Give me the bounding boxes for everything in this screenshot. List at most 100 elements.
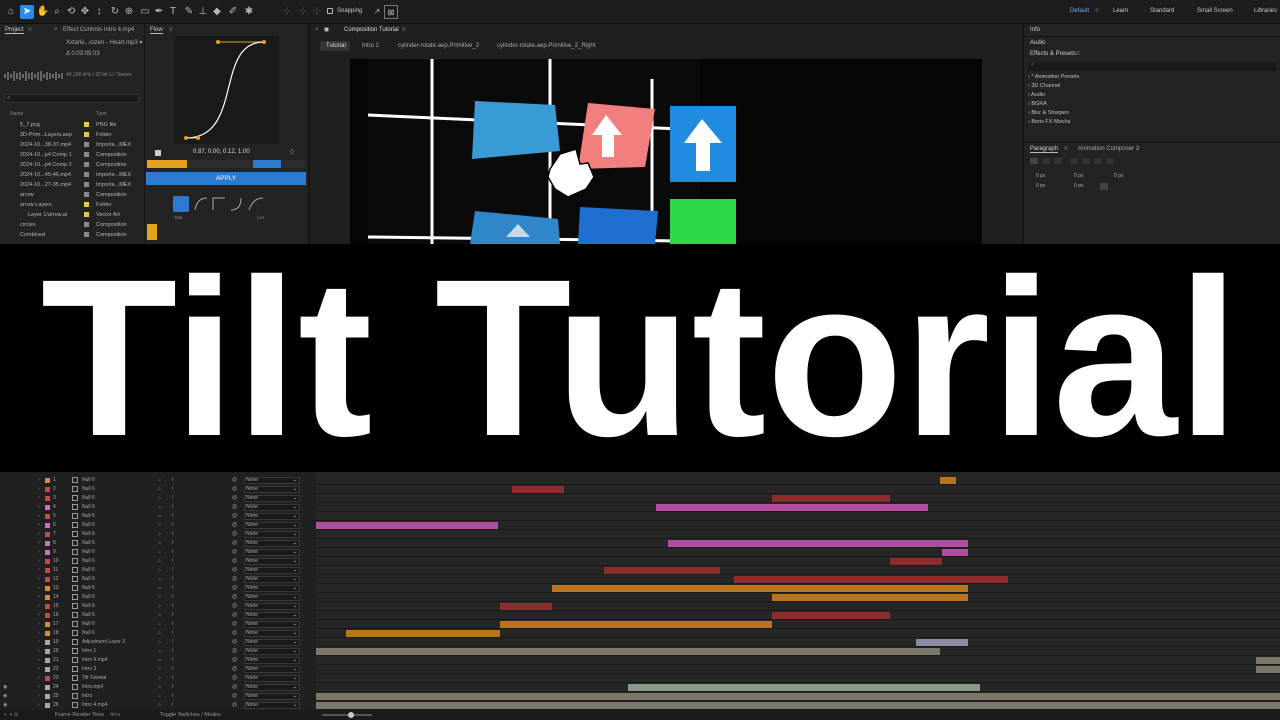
- parent-pickwhip-icon[interactable]: @: [232, 494, 237, 503]
- layer-row[interactable]: › 14 Null 6 ⌂ / @ None ⌄: [0, 593, 316, 602]
- layer-name[interactable]: Null 6: [82, 602, 95, 611]
- project-item[interactable]: 2024-10...45-46.mp4 Importe...MEX: [0, 170, 144, 180]
- project-item[interactable]: arrow Composition: [0, 190, 144, 200]
- shy-icon[interactable]: ⌂: [158, 611, 161, 620]
- parent-dropdown[interactable]: None ⌄: [244, 477, 300, 484]
- workspace-default[interactable]: Default: [1070, 8, 1089, 14]
- parent-dropdown[interactable]: None ⌄: [244, 684, 300, 691]
- label-swatch[interactable]: [45, 568, 50, 573]
- workspace-small-screen[interactable]: Small Screen: [1197, 8, 1233, 14]
- align-right-icon[interactable]: [1054, 158, 1062, 164]
- layer-row[interactable]: ◉ › 24 Intro.mp4 ⌂ / @ None ⌄: [0, 683, 316, 692]
- layer-row[interactable]: › 20 Intro 1 ⌂ / @ None ⌄: [0, 647, 316, 656]
- composition-lock-icon[interactable]: ◼: [324, 26, 329, 33]
- layer-row[interactable]: › 2 Null 6 ⌂ / @ None ⌄: [0, 485, 316, 494]
- layer-row[interactable]: › 13 Null 6 ⌂ / @ None ⌄: [0, 584, 316, 593]
- layer-name[interactable]: Null 6: [82, 548, 95, 557]
- parent-dropdown[interactable]: None ⌄: [244, 630, 300, 637]
- eraser-tool-icon[interactable]: ◆: [210, 5, 224, 19]
- shy-icon[interactable]: ⌂: [158, 494, 161, 503]
- expand-icon[interactable]: ›: [38, 665, 40, 674]
- layer-row[interactable]: › 3 Null 6 ⌂ / @ None ⌄: [0, 494, 316, 503]
- parent-pickwhip-icon[interactable]: @: [232, 665, 237, 674]
- layer-name[interactable]: Adjustment Layer 3: [82, 638, 125, 647]
- label-swatch[interactable]: [45, 667, 50, 672]
- project-item[interactable]: 2024-10...38-37.mp4 Importe...MEX: [0, 140, 144, 150]
- project-item[interactable]: circles Composition: [0, 220, 144, 230]
- layer-duration-bar[interactable]: [890, 558, 942, 565]
- parent-dropdown[interactable]: None ⌄: [244, 657, 300, 664]
- layer-duration-bar[interactable]: [772, 495, 890, 502]
- label-swatch[interactable]: [45, 604, 50, 609]
- orbit-tool-icon[interactable]: ⟲: [64, 5, 78, 19]
- expand-icon[interactable]: ›: [38, 575, 40, 584]
- parent-dropdown[interactable]: None ⌄: [244, 585, 300, 592]
- expand-icon[interactable]: ›: [38, 692, 40, 701]
- quality-icon[interactable]: /: [172, 566, 173, 575]
- label-swatch[interactable]: [45, 658, 50, 663]
- layer-duration-bar[interactable]: [734, 576, 1008, 583]
- parent-dropdown[interactable]: None ⌄: [244, 603, 300, 610]
- label-swatch[interactable]: [45, 577, 50, 582]
- label-swatch[interactable]: [45, 523, 50, 528]
- effects-search-input[interactable]: ⌕: [1028, 62, 1276, 71]
- parent-dropdown[interactable]: None ⌄: [244, 666, 300, 673]
- expand-icon[interactable]: ›: [38, 620, 40, 629]
- parent-pickwhip-icon[interactable]: @: [232, 584, 237, 593]
- parent-pickwhip-icon[interactable]: @: [232, 692, 237, 701]
- layer-duration-bar[interactable]: [1256, 666, 1280, 673]
- parent-dropdown[interactable]: None ⌄: [244, 522, 300, 529]
- layer-duration-bar[interactable]: [552, 585, 968, 592]
- expand-icon[interactable]: ›: [38, 656, 40, 665]
- parent-pickwhip-icon[interactable]: @: [232, 530, 237, 539]
- shy-icon[interactable]: ⌂: [158, 647, 161, 656]
- layer-row[interactable]: › 7 Null 6 ⌂ / @ None ⌄: [0, 530, 316, 539]
- parent-pickwhip-icon[interactable]: @: [232, 656, 237, 665]
- project-menu-icon[interactable]: ≡: [28, 27, 32, 33]
- quality-icon[interactable]: /: [172, 548, 173, 557]
- layer-name[interactable]: Intro.mp4: [82, 683, 103, 692]
- favorites-star-button[interactable]: [147, 224, 157, 240]
- layer-name[interactable]: Tilt Tutorial: [82, 674, 106, 683]
- curve-graph[interactable]: [174, 36, 279, 144]
- local-axis-icon[interactable]: ⊹: [280, 5, 294, 19]
- parent-dropdown[interactable]: None ⌄: [244, 621, 300, 628]
- expand-icon[interactable]: ›: [38, 638, 40, 647]
- layer-row[interactable]: › 15 Null 6 ⌂ / @ None ⌄: [0, 602, 316, 611]
- flow-menu-icon[interactable]: ≡: [169, 27, 173, 33]
- clone-stamp-icon[interactable]: ⊥: [196, 5, 210, 19]
- paragraph-menu-icon[interactable]: ≡: [1064, 146, 1068, 152]
- parent-pickwhip-icon[interactable]: @: [232, 503, 237, 512]
- anchor-tool-icon[interactable]: ⊕: [122, 5, 136, 19]
- parent-pickwhip-icon[interactable]: @: [232, 485, 237, 494]
- composition-tab[interactable]: Composition Tutorial: [344, 27, 399, 33]
- status-icons[interactable]: ◐ ◑ ⊙: [4, 710, 18, 720]
- layer-row[interactable]: › 4 Null 6 ⌂ / @ None ⌄: [0, 503, 316, 512]
- label-swatch[interactable]: [45, 514, 50, 519]
- shy-icon[interactable]: ⌂: [158, 476, 161, 485]
- preset-item[interactable]: › BGRA: [1028, 101, 1047, 107]
- effect-controls-tab[interactable]: Effect Controls Intro 4.mp4: [63, 27, 134, 33]
- layer-duration-bar[interactable]: [772, 612, 890, 619]
- expand-icon[interactable]: ›: [38, 629, 40, 638]
- layer-duration-bar[interactable]: [500, 621, 772, 628]
- shy-icon[interactable]: ⌂: [158, 638, 161, 647]
- expand-icon[interactable]: ›: [38, 566, 40, 575]
- puppet-pin-icon[interactable]: ✱: [242, 5, 256, 19]
- bezier-curve[interactable]: [174, 36, 279, 144]
- shy-icon[interactable]: ⌂: [158, 548, 161, 557]
- brush-tool-icon[interactable]: ✎: [182, 5, 196, 19]
- parent-dropdown[interactable]: None ⌄: [244, 594, 300, 601]
- quality-icon[interactable]: /: [172, 638, 173, 647]
- visibility-icon[interactable]: ◉: [3, 692, 7, 701]
- layer-name[interactable]: Intro: [82, 692, 92, 701]
- snap-grid-icon[interactable]: ⊠: [384, 5, 398, 19]
- layer-row[interactable]: › 18 Null 6 ⌂ / @ None ⌄: [0, 629, 316, 638]
- layer-name[interactable]: Null 6: [82, 575, 95, 584]
- home-icon[interactable]: ⌂: [4, 5, 18, 19]
- label-swatch[interactable]: [45, 694, 50, 699]
- parent-pickwhip-icon[interactable]: @: [232, 593, 237, 602]
- layer-duration-bar[interactable]: [316, 693, 1280, 700]
- label-swatch[interactable]: [45, 505, 50, 510]
- project-search-input[interactable]: ⌕: [4, 94, 139, 103]
